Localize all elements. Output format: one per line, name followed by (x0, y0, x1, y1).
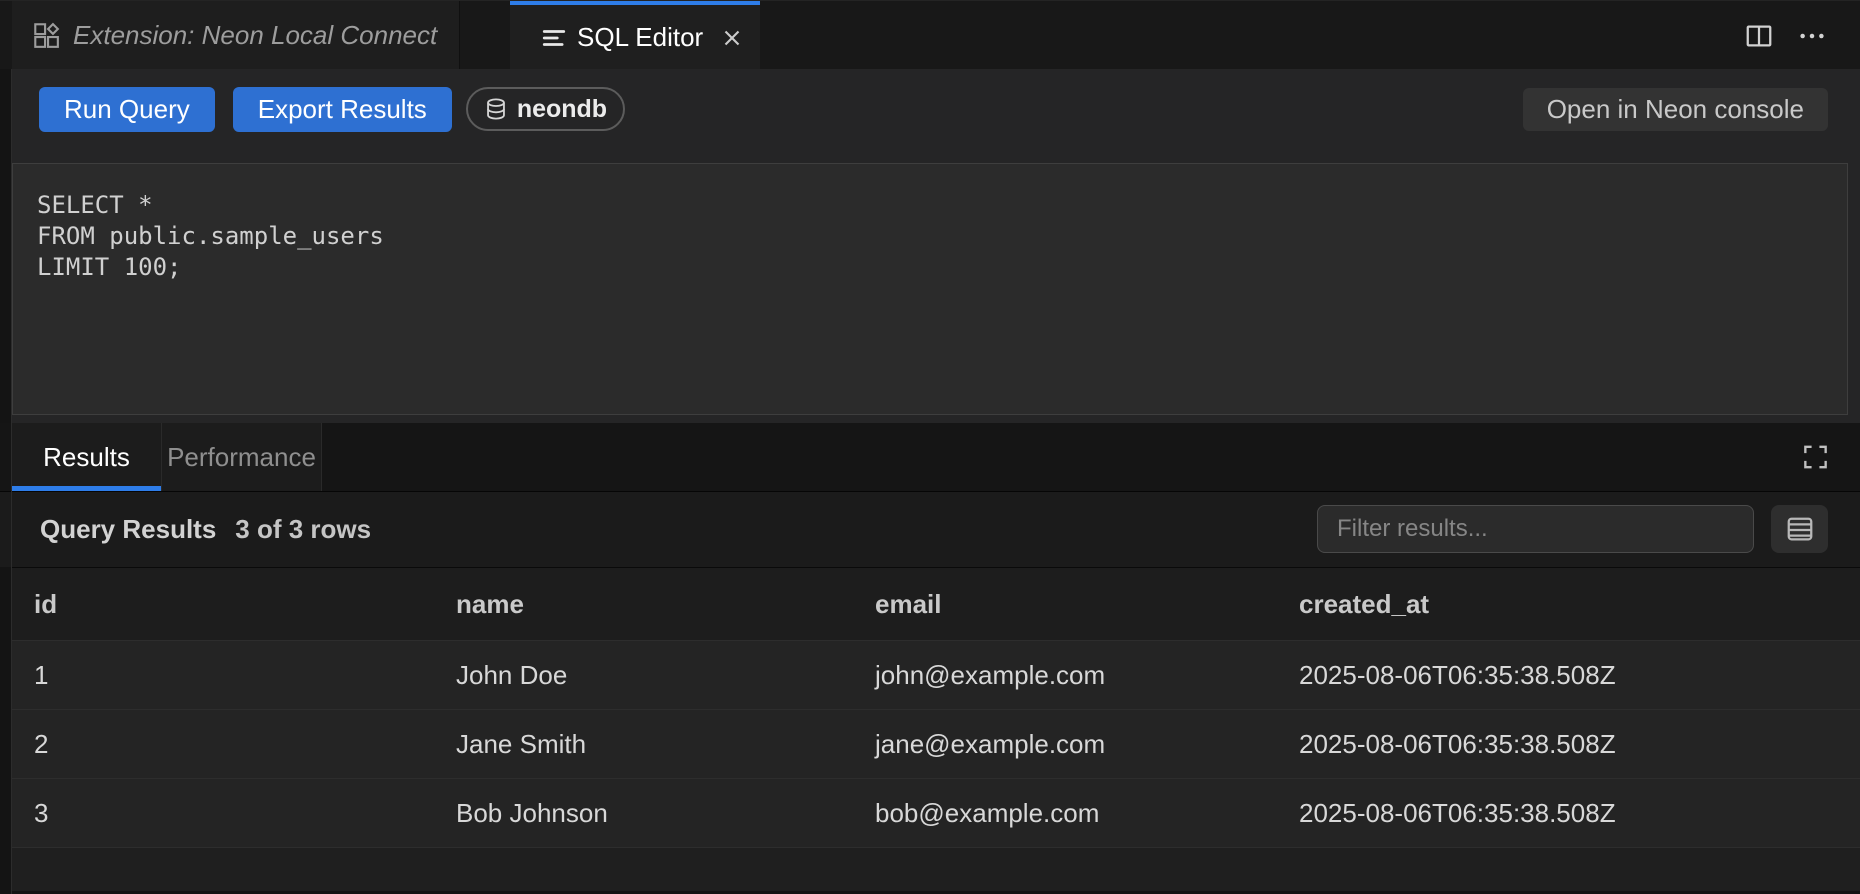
query-results-header: Query Results 3 of 3 rows (0, 492, 1860, 567)
code-line: LIMIT 100; (37, 252, 1847, 283)
cell-id: 1 (12, 660, 423, 691)
tab-extension-neon-local-connect[interactable]: Extension: Neon Local Connect (12, 1, 460, 70)
rows-icon (1785, 514, 1815, 544)
more-actions-icon[interactable] (1797, 21, 1827, 51)
cell-name: Bob Johnson (423, 798, 842, 829)
column-header-created-at: created_at (1266, 589, 1860, 620)
table-row: 1 John Doe john@example.com 2025-08-06T0… (12, 641, 1860, 710)
cell-id: 3 (12, 798, 423, 829)
query-toolbar: Run Query Export Results neondb Open in … (12, 69, 1860, 138)
table-row: 3 Bob Johnson bob@example.com 2025-08-06… (12, 779, 1860, 848)
run-query-button[interactable]: Run Query (39, 87, 215, 132)
column-header-id: id (12, 589, 423, 620)
sql-editor-panel: Run Query Export Results neondb Open in … (12, 69, 1860, 423)
results-table: id name email created_at 1 John Doe john… (12, 567, 1860, 891)
row-count-label: 3 of 3 rows (235, 514, 371, 545)
tab-label: Extension: Neon Local Connect (73, 20, 437, 51)
cell-created-at: 2025-08-06T06:35:38.508Z (1266, 660, 1860, 691)
table-header-row: id name email created_at (12, 567, 1860, 641)
split-editor-icon[interactable] (1744, 21, 1774, 51)
code-line: FROM public.sample_users (37, 221, 1847, 252)
database-icon (484, 97, 508, 121)
database-selector[interactable]: neondb (466, 87, 625, 131)
cell-id: 2 (12, 729, 423, 760)
row-view-button[interactable] (1771, 505, 1828, 553)
tab-sql-editor[interactable]: SQL Editor (510, 1, 760, 70)
editor-tab-bar: Extension: Neon Local Connect SQL Editor (0, 0, 1860, 69)
vscode-window: Extension: Neon Local Connect SQL Editor (0, 0, 1860, 894)
editor-actions (1744, 1, 1860, 70)
close-icon[interactable] (719, 25, 745, 51)
database-name: neondb (517, 95, 607, 124)
table-footer-area (12, 848, 1860, 891)
cell-created-at: 2025-08-06T06:35:38.508Z (1266, 729, 1860, 760)
extensions-icon (33, 22, 61, 50)
open-neon-console-button[interactable]: Open in Neon console (1523, 88, 1828, 131)
export-results-button[interactable]: Export Results (233, 87, 452, 132)
tab-performance[interactable]: Performance (162, 423, 322, 491)
sql-query-editor[interactable]: SELECT * FROM public.sample_users LIMIT … (12, 163, 1848, 415)
results-panel: Results Performance Query Results 3 of 3… (0, 423, 1860, 894)
cell-name: Jane Smith (423, 729, 842, 760)
cell-name: John Doe (423, 660, 842, 691)
tab-label: SQL Editor (577, 22, 703, 53)
tab-results[interactable]: Results (12, 423, 162, 491)
column-header-email: email (842, 589, 1266, 620)
code-line: SELECT * (37, 190, 1847, 221)
cell-email: bob@example.com (842, 798, 1266, 829)
filter-results-input[interactable] (1317, 505, 1754, 553)
list-lines-icon (541, 25, 567, 51)
table-row: 2 Jane Smith jane@example.com 2025-08-06… (12, 710, 1860, 779)
query-results-title: Query Results (40, 514, 216, 545)
results-tab-bar: Results Performance (0, 423, 1860, 492)
cell-email: jane@example.com (842, 729, 1266, 760)
cell-created-at: 2025-08-06T06:35:38.508Z (1266, 798, 1860, 829)
column-header-name: name (423, 589, 842, 620)
expand-icon[interactable] (1803, 445, 1828, 470)
cell-email: john@example.com (842, 660, 1266, 691)
